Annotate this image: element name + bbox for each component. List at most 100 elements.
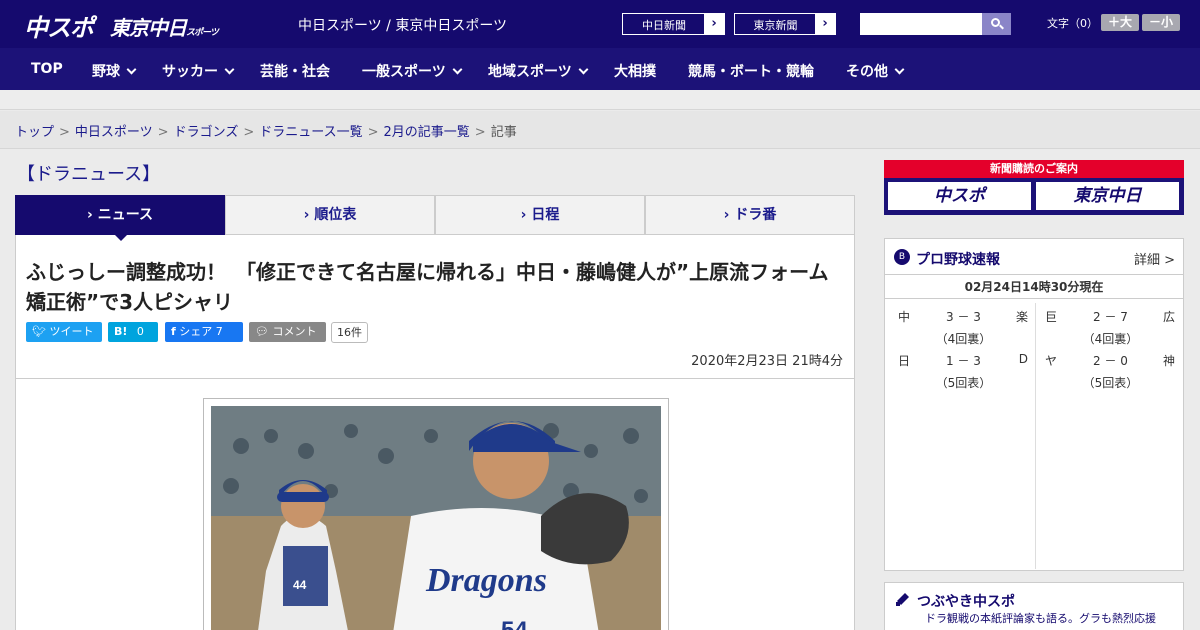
nav-item-baseball[interactable]: 野球: [92, 61, 137, 81]
pitcher-jersey-text: Dragons: [425, 562, 547, 599]
chevron-right-icon: ›: [704, 14, 724, 34]
tab-label: 日程: [531, 207, 560, 223]
chevron-right-icon: ›: [520, 207, 527, 223]
nav-item-label: TOP: [31, 61, 63, 77]
chuspo-logo[interactable]: 中スポ: [24, 8, 94, 43]
comment-button[interactable]: 💬︎ コメント: [249, 322, 326, 342]
catcher-number: 44: [293, 578, 307, 592]
subscription-banner[interactable]: 新聞購読のご案内 中スポ 東京中日: [884, 160, 1184, 215]
article-photo-frame: 44 Dragons 54: [203, 398, 669, 630]
score-update-time: 02月24日14時30分現在: [885, 275, 1183, 299]
paper-link-label: 東京新聞: [753, 19, 798, 32]
facebook-share-label: シェア: [179, 325, 213, 338]
inning: （4回裏）: [935, 332, 992, 346]
chevron-down-icon: [224, 64, 235, 75]
away-team: 広: [1162, 310, 1175, 324]
game-score[interactable]: 中 3 － 3 楽 （4回裏）: [891, 303, 1036, 347]
nav-item-label: その他: [846, 64, 888, 80]
nav-item-soccer[interactable]: サッカー: [162, 61, 235, 81]
breadcrumb-separator: >: [59, 125, 70, 140]
article-date: 2020年2月23日 21時4分: [691, 354, 843, 369]
breadcrumb-link-dora-news[interactable]: ドラニュース一覧: [259, 125, 362, 140]
baseball-photo-illustration: 44 Dragons 54: [211, 406, 661, 630]
font-larger-button[interactable]: ＋大: [1101, 14, 1139, 31]
tweet-button[interactable]: 🐦︎ ツイート: [26, 322, 102, 342]
chunichi-shimbun-link[interactable]: 中日新聞 ›: [622, 13, 725, 35]
comment-label: コメント: [272, 325, 317, 338]
nav-item-label: 一般スポーツ: [362, 64, 446, 80]
tab-schedule[interactable]: › 日程: [435, 195, 645, 235]
chevron-down-icon: [452, 64, 463, 75]
chevron-right-icon: ›: [303, 207, 310, 223]
score-panel-header: B プロ野球速報 詳細 >: [885, 239, 1183, 275]
nav-item-entertainment[interactable]: 芸能・社会: [260, 61, 330, 81]
away-team: D: [1018, 352, 1028, 366]
away-team: 楽: [1015, 310, 1028, 324]
game-score[interactable]: 日 1 － 3 D （5回表）: [891, 347, 1036, 391]
search-input[interactable]: [860, 13, 982, 35]
tab-news[interactable]: › ニュース: [15, 195, 225, 235]
tab-bar: › ニュース › 順位表 › 日程 › ドラ番: [15, 195, 855, 235]
tweet-panel[interactable]: つぶやき中スポ ドラ観戦の本紙評論家も語る。グラも熱烈応援: [884, 582, 1184, 630]
tweet-label: ツイート: [49, 325, 94, 338]
breadcrumb-link-chunichi-sports[interactable]: 中日スポーツ: [75, 125, 153, 140]
tokyo-chunichi-logo[interactable]: 東京中日スポーツ: [110, 12, 219, 41]
tab-standings[interactable]: › 順位表: [225, 195, 435, 235]
pitcher-number: 54: [501, 617, 528, 630]
inning: （4回裏）: [1082, 332, 1139, 346]
search-button[interactable]: [982, 13, 1011, 35]
nav-item-label: 野球: [92, 64, 120, 80]
chevron-right-icon: ›: [86, 207, 93, 223]
article: ふじっしー調整成功！ 「修正できて名古屋に帰れる」中日・藤嶋健人が”上原流フォー…: [15, 235, 855, 630]
chevron-down-icon: [126, 64, 137, 75]
nav-item-racing[interactable]: 競馬・ボート・競輪: [688, 61, 814, 81]
tokyo-logo-main: 東京中日: [110, 16, 187, 40]
megaphone-icon-svg: [896, 593, 909, 606]
font-smaller-button[interactable]: －小: [1142, 14, 1180, 31]
active-tab-pointer: [114, 234, 128, 241]
tab-dora-ban[interactable]: › ドラ番: [645, 195, 855, 235]
tokyo-shimbun-link[interactable]: 東京新聞 ›: [734, 13, 836, 35]
facebook-share-button[interactable]: f シェア 7: [165, 322, 243, 342]
score: 2 － 7: [1093, 310, 1128, 324]
nav-item-general-sports[interactable]: 一般スポーツ: [362, 61, 463, 81]
nav-item-other[interactable]: その他: [846, 61, 905, 81]
game-score[interactable]: 巨 2 － 7 広 （4回裏）: [1038, 303, 1183, 347]
score: 3 － 3: [946, 310, 981, 324]
breadcrumb-link-february[interactable]: 2月の記事一覧: [384, 125, 470, 140]
article-headline: ふじっしー調整成功！ 「修正できて名古屋に帰れる」中日・藤嶋健人が”上原流フォー…: [26, 260, 829, 314]
breadcrumb: トップ > 中日スポーツ > ドラゴンズ > ドラニュース一覧 >2月の記事一覧 > 記事: [15, 121, 517, 140]
baseball-score-panel: B プロ野球速報 詳細 > 02月24日14時30分現在 中 3 － 3 楽 （…: [884, 238, 1184, 571]
divider: [16, 378, 854, 379]
section-title: 【ドラニュース】: [17, 164, 161, 185]
score-details-link[interactable]: 詳細 >: [1134, 249, 1175, 268]
site-name[interactable]: 中日スポーツ / 東京中日スポーツ: [298, 15, 507, 35]
subscribe-tokyo-chunichi[interactable]: 東京中日: [1036, 182, 1179, 210]
nav-item-label: サッカー: [162, 64, 218, 80]
comment-count[interactable]: 16件: [331, 322, 368, 343]
breadcrumb-current: 記事: [490, 125, 517, 140]
away-team: 神: [1162, 354, 1175, 368]
twitter-icon: 🐦︎: [32, 325, 46, 338]
breadcrumb-separator: >: [157, 125, 169, 140]
font-size-label: 文字（0）: [1047, 17, 1098, 30]
nav-item-regional-sports[interactable]: 地域スポーツ: [488, 61, 589, 81]
breadcrumb-link-dragons[interactable]: ドラゴンズ: [174, 125, 239, 140]
article-photo[interactable]: 44 Dragons 54: [211, 406, 661, 630]
nav-item-top[interactable]: TOP: [31, 61, 63, 77]
megaphone-icon: [895, 591, 911, 606]
facebook-share-count: 7: [215, 325, 223, 338]
game-score[interactable]: ヤ 2 － 0 神 （5回表）: [1038, 347, 1183, 391]
breadcrumb-link-top[interactable]: トップ: [15, 125, 54, 140]
tab-label: ドラ番: [734, 207, 777, 223]
breadcrumb-separator: >: [474, 125, 486, 140]
hatena-count: 0: [136, 325, 144, 338]
tweet-panel-title: つぶやき中スポ: [917, 594, 1015, 610]
facebook-icon: f: [171, 325, 176, 338]
subscribe-chuspo[interactable]: 中スポ: [888, 182, 1031, 210]
tab-label: 順位表: [314, 207, 357, 223]
tab-label: ニュース: [97, 207, 154, 223]
nav-item-sumo[interactable]: 大相撲: [614, 61, 656, 81]
hatena-bookmark-button[interactable]: B! 0: [108, 322, 158, 342]
top-header: 中スポ 東京中日スポーツ 中日スポーツ / 東京中日スポーツ 中日新聞 › 東京…: [0, 0, 1200, 48]
